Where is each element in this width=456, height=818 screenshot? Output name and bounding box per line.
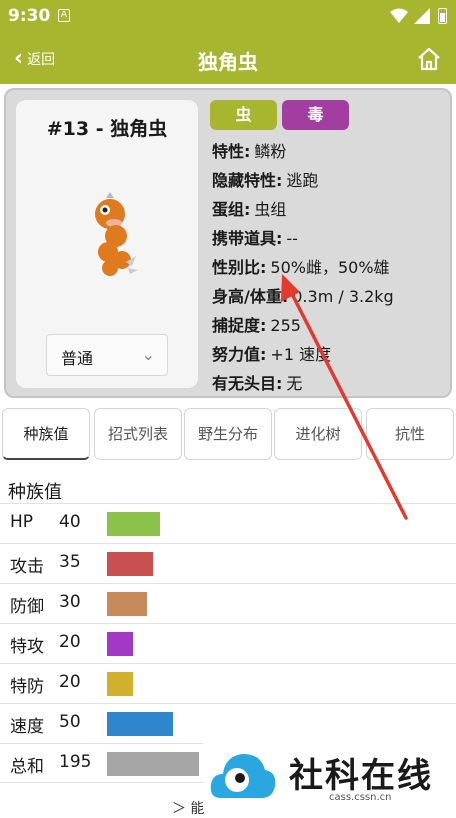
type-tag-poison: 毒 [282,100,349,130]
stat-name: 特攻 [10,637,44,657]
stat-name: 速度 [10,717,44,737]
wifi-icon [390,8,408,23]
info-value: -- [286,229,298,248]
stat-value: 50 [59,712,81,732]
watermark-url: cass.cssn.cn [329,792,392,803]
stat-row-attack: 攻击 35 [0,543,456,583]
status-time: 9:30 [8,6,51,26]
stat-bar [107,592,147,616]
stat-row-sp-attack: 特攻 20 [0,623,456,663]
tab-evolution[interactable]: 进化树 [274,408,362,460]
info-catch-rate: 捕捉度: 255 [212,312,394,341]
tab-base-stats[interactable]: 种族值 [2,408,90,460]
info-key: 捕捉度: [212,316,267,335]
footer-stub: ＞ 能 [172,801,205,817]
info-hidden-ability: 隐藏特性: 逃跑 [212,167,394,196]
stat-value: 20 [59,672,81,692]
info-key: 性别比: [212,258,267,277]
stat-name: HP [10,512,34,532]
form-select[interactable]: 普通 ⌄ [46,334,168,376]
stat-bar [107,752,199,776]
stat-row-defense: 防御 30 [0,583,456,623]
info-height-weight: 身高/体重: 0.3m / 3.2kg [212,283,394,312]
stat-name: 特防 [10,677,44,697]
stat-row-sp-defense: 特防 20 [0,663,456,703]
info-value: +1 速度 [270,345,332,364]
signal-icon [414,8,430,24]
tab-wild-locations[interactable]: 野生分布 [184,408,272,460]
info-ability: 特性: 鳞粉 [212,138,394,167]
page-title: 独角虫 [198,50,258,74]
pokemon-heading: #13 - 独角虫 [46,118,168,140]
info-value: 50%雌，50%雄 [270,258,390,277]
stat-row-hp: HP 40 [0,503,456,543]
app-bar: ‹ 返回 独角虫 [0,34,456,84]
stat-bar [107,552,154,576]
type-tags: 虫 毒 [210,100,349,130]
info-key: 有无头目: [212,374,283,393]
info-key: 努力值: [212,345,267,364]
form-select-value: 普通 [61,349,94,368]
tab-resistance[interactable]: 抗性 [366,408,454,460]
tab-moves[interactable]: 招式列表 [94,408,182,460]
info-key: 特性: [212,142,251,161]
battery-icon [438,8,447,24]
info-gender-ratio: 性别比: 50%雌，50%雄 [212,254,394,283]
chevron-down-icon: ⌄ [141,345,155,364]
stat-name: 总和 [10,757,44,777]
info-value: 255 [270,316,301,335]
info-value: 无 [286,374,303,393]
stat-bar [107,512,160,536]
home-icon[interactable] [416,46,442,72]
stat-bar [107,672,134,696]
pokemon-card: #13 - 独角虫 普通 ⌄ 虫 毒 特性: 鳞粉 隐藏特性: 逃跑 蛋组: 虫组 携… [4,88,452,398]
stat-value: 40 [59,512,81,532]
stat-value: 20 [59,632,81,652]
watermark-logo: 社科在线 cass.cssn.cn [203,736,456,812]
pokemon-sprite-icon [95,192,138,276]
info-key: 携带道具: [212,229,283,248]
info-effort-value: 努力值: +1 速度 [212,341,394,370]
stat-bar [107,632,134,656]
pokemon-portrait-panel: #13 - 独角虫 普通 ⌄ [16,100,198,388]
sim-icon: A [58,9,70,22]
info-value: 鳞粉 [254,142,287,161]
info-value: 逃跑 [286,171,319,190]
stat-value: 195 [59,752,92,772]
info-key: 身高/体重: [212,287,289,306]
stat-value: 35 [59,552,81,572]
stat-name: 攻击 [10,557,44,577]
info-egg-group: 蛋组: 虫组 [212,196,394,225]
cloud-logo-icon [210,754,276,798]
info-boss: 有无头目: 无 [212,370,394,399]
stat-name: 防御 [10,597,44,617]
type-tag-bug: 虫 [210,100,277,130]
info-value: 0.3m / 3.2kg [292,287,394,306]
status-bar: 9:30 A [0,0,456,34]
info-key: 隐藏特性: [212,171,283,190]
info-value: 虫组 [254,200,287,219]
stat-value: 30 [59,592,81,612]
info-held-item: 携带道具: -- [212,225,394,254]
pokemon-info-list: 特性: 鳞粉 隐藏特性: 逃跑 蛋组: 虫组 携带道具: -- 性别比: 50%雌，50%… [212,138,394,399]
stats-section-title: 种族值 [8,482,62,503]
stat-bar [107,712,173,736]
detail-tabs: 种族值 招式列表 野生分布 进化树 抗性 [2,408,456,460]
watermark-brand: 社科在线 [289,756,433,796]
info-key: 蛋组: [212,200,251,219]
